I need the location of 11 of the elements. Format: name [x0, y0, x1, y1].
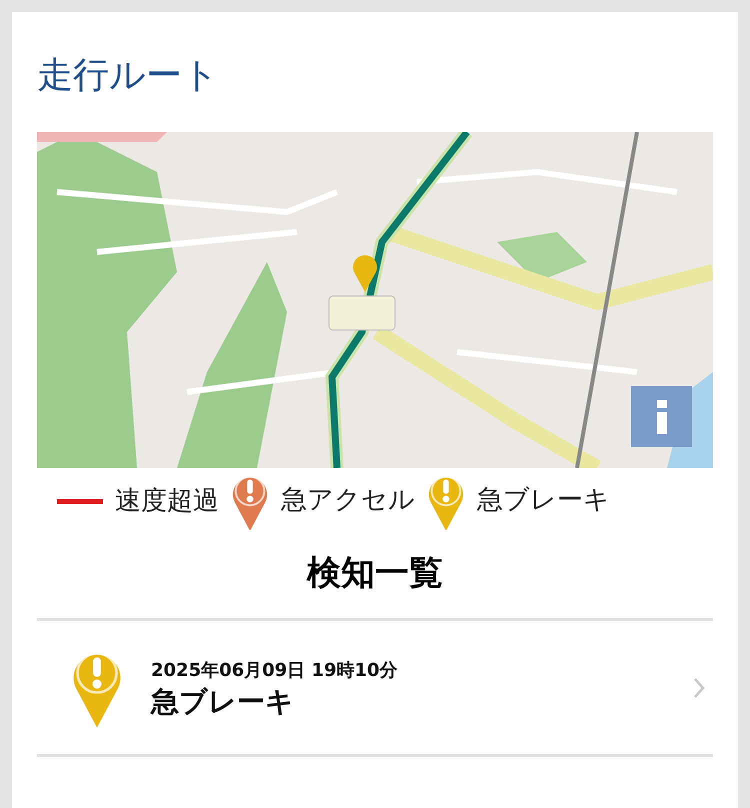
section-title: 走行ルート	[37, 58, 220, 94]
chevron-right-icon	[693, 676, 705, 698]
detection-item[interactable]: 2025年06月09日 19時10分 急ブレーキ	[37, 621, 713, 757]
info-button[interactable]	[631, 386, 692, 447]
list-heading: 検知一覧	[305, 556, 444, 590]
detection-label: 急ブレーキ	[151, 684, 295, 718]
detection-datetime: 2025年06月09日 19時10分	[151, 658, 399, 682]
legend-label: 急アクセル	[281, 484, 415, 518]
legend-label: 急ブレーキ	[477, 484, 610, 518]
legend-label: 速度超過	[115, 484, 219, 518]
info-icon	[656, 400, 668, 434]
